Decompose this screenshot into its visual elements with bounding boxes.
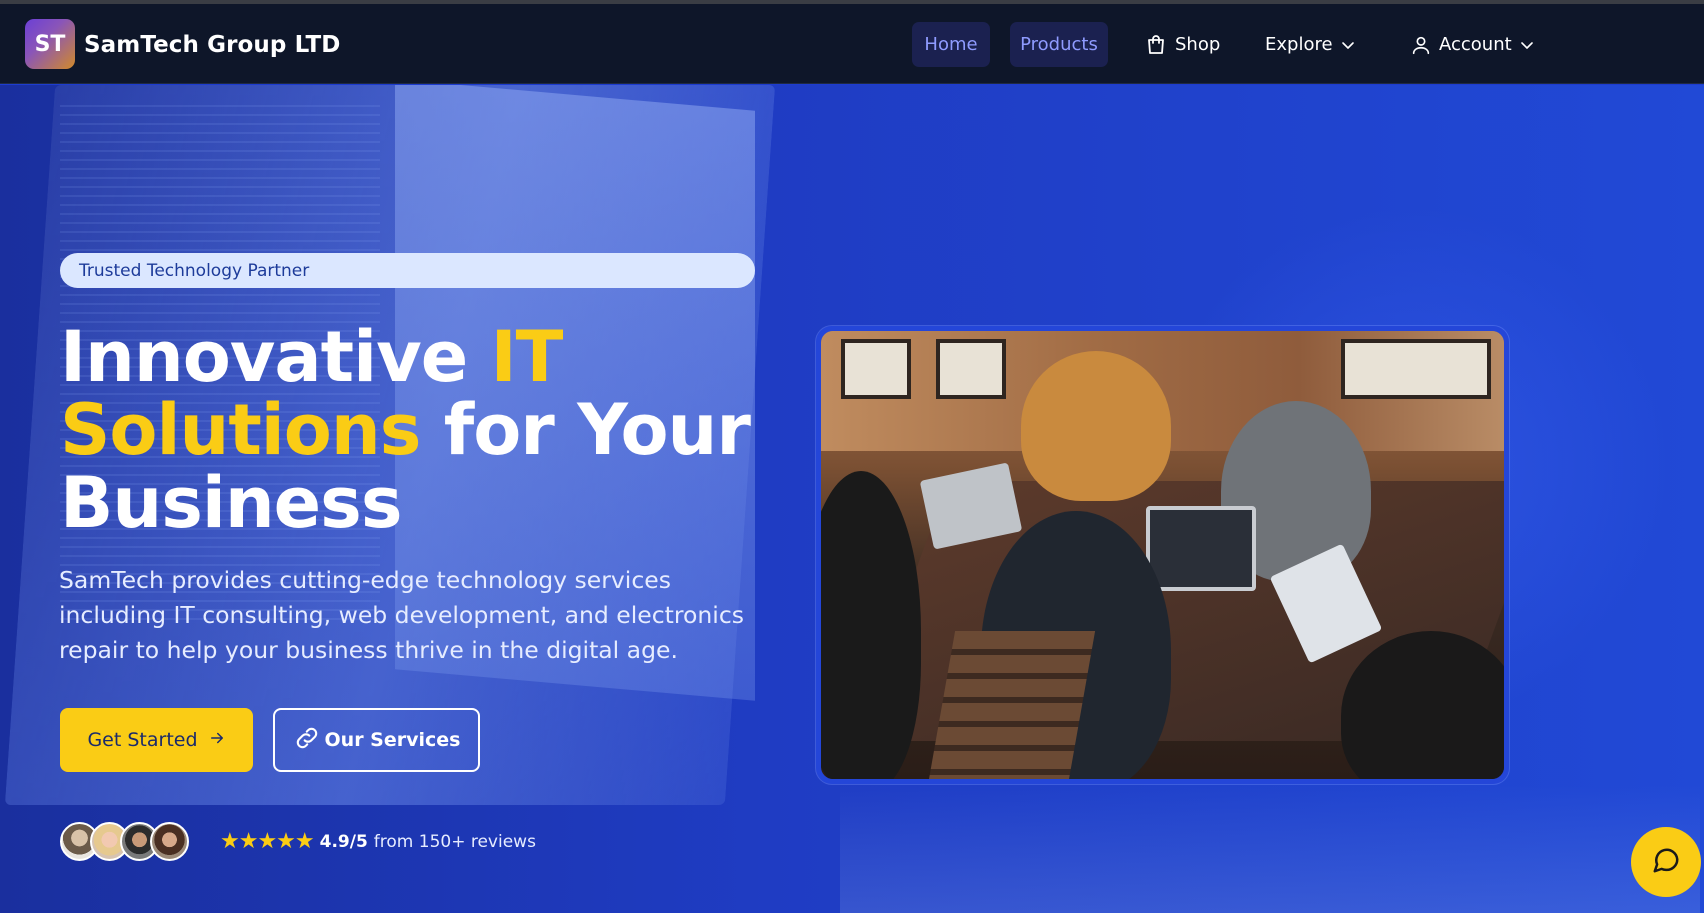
headline-part2: for Your xyxy=(420,389,751,471)
chat-bubble-icon xyxy=(1651,845,1681,880)
photo-window xyxy=(936,339,1006,399)
nav-explore-label: Explore xyxy=(1265,34,1333,55)
reviewer-avatars xyxy=(60,822,190,862)
arrow-right-icon xyxy=(208,729,226,752)
rating-text: from 150+ reviews xyxy=(373,832,536,852)
logo-badge[interactable]: ST xyxy=(25,19,75,69)
photo-person xyxy=(1021,351,1171,501)
rating-summary: ★★★★★ 4.9/5 from 150+ reviews xyxy=(220,830,536,854)
star-rating-icon: ★★★★★ xyxy=(220,829,315,854)
brand-name[interactable]: SamTech Group LTD xyxy=(84,32,341,58)
photo-window xyxy=(841,339,911,399)
photo-window xyxy=(1341,339,1491,399)
trusted-badge: Trusted Technology Partner xyxy=(60,253,755,288)
chevron-down-icon xyxy=(1340,37,1356,53)
chevron-down-icon xyxy=(1519,37,1535,53)
nav-shop-label: Shop xyxy=(1175,34,1221,55)
photo-chair xyxy=(926,631,1096,779)
headline-part1: Innovative xyxy=(60,316,491,398)
hero-headline: Innovative IT Solutions for Your Busines… xyxy=(60,321,780,540)
nav-home[interactable]: Home xyxy=(912,22,990,67)
top-navbar: ST SamTech Group LTD Home Products Shop … xyxy=(0,4,1704,84)
get-started-button[interactable]: Get Started xyxy=(60,708,253,772)
photo-laptop xyxy=(1146,506,1256,591)
headline-part3: Business xyxy=(60,462,402,544)
link-icon xyxy=(293,724,321,757)
user-icon xyxy=(1410,34,1432,56)
headline-accent-it: IT xyxy=(490,316,564,398)
nav-shop[interactable]: Shop xyxy=(1144,22,1220,67)
chat-button[interactable] xyxy=(1631,827,1701,897)
headline-accent-solutions: Solutions xyxy=(60,389,421,471)
get-started-label: Get Started xyxy=(87,729,198,751)
avatar xyxy=(150,822,189,861)
our-services-label: Our Services xyxy=(324,729,461,751)
team-photo xyxy=(821,331,1504,779)
nav-account-label: Account xyxy=(1439,34,1512,55)
rating-value: 4.9/5 xyxy=(319,832,368,852)
nav-explore[interactable]: Explore xyxy=(1265,22,1356,67)
hero-description: SamTech provides cutting-edge technology… xyxy=(59,566,744,664)
hero-section: Trusted Technology Partner Innovative IT… xyxy=(0,85,1704,913)
photo-person xyxy=(821,471,921,779)
shopping-bag-icon xyxy=(1144,33,1168,57)
nav-account[interactable]: Account xyxy=(1410,22,1535,67)
our-services-button[interactable]: Our Services xyxy=(273,708,480,772)
hero-background-desk xyxy=(840,785,1700,913)
nav-products[interactable]: Products xyxy=(1010,22,1108,67)
hero-image-frame xyxy=(816,326,1509,784)
